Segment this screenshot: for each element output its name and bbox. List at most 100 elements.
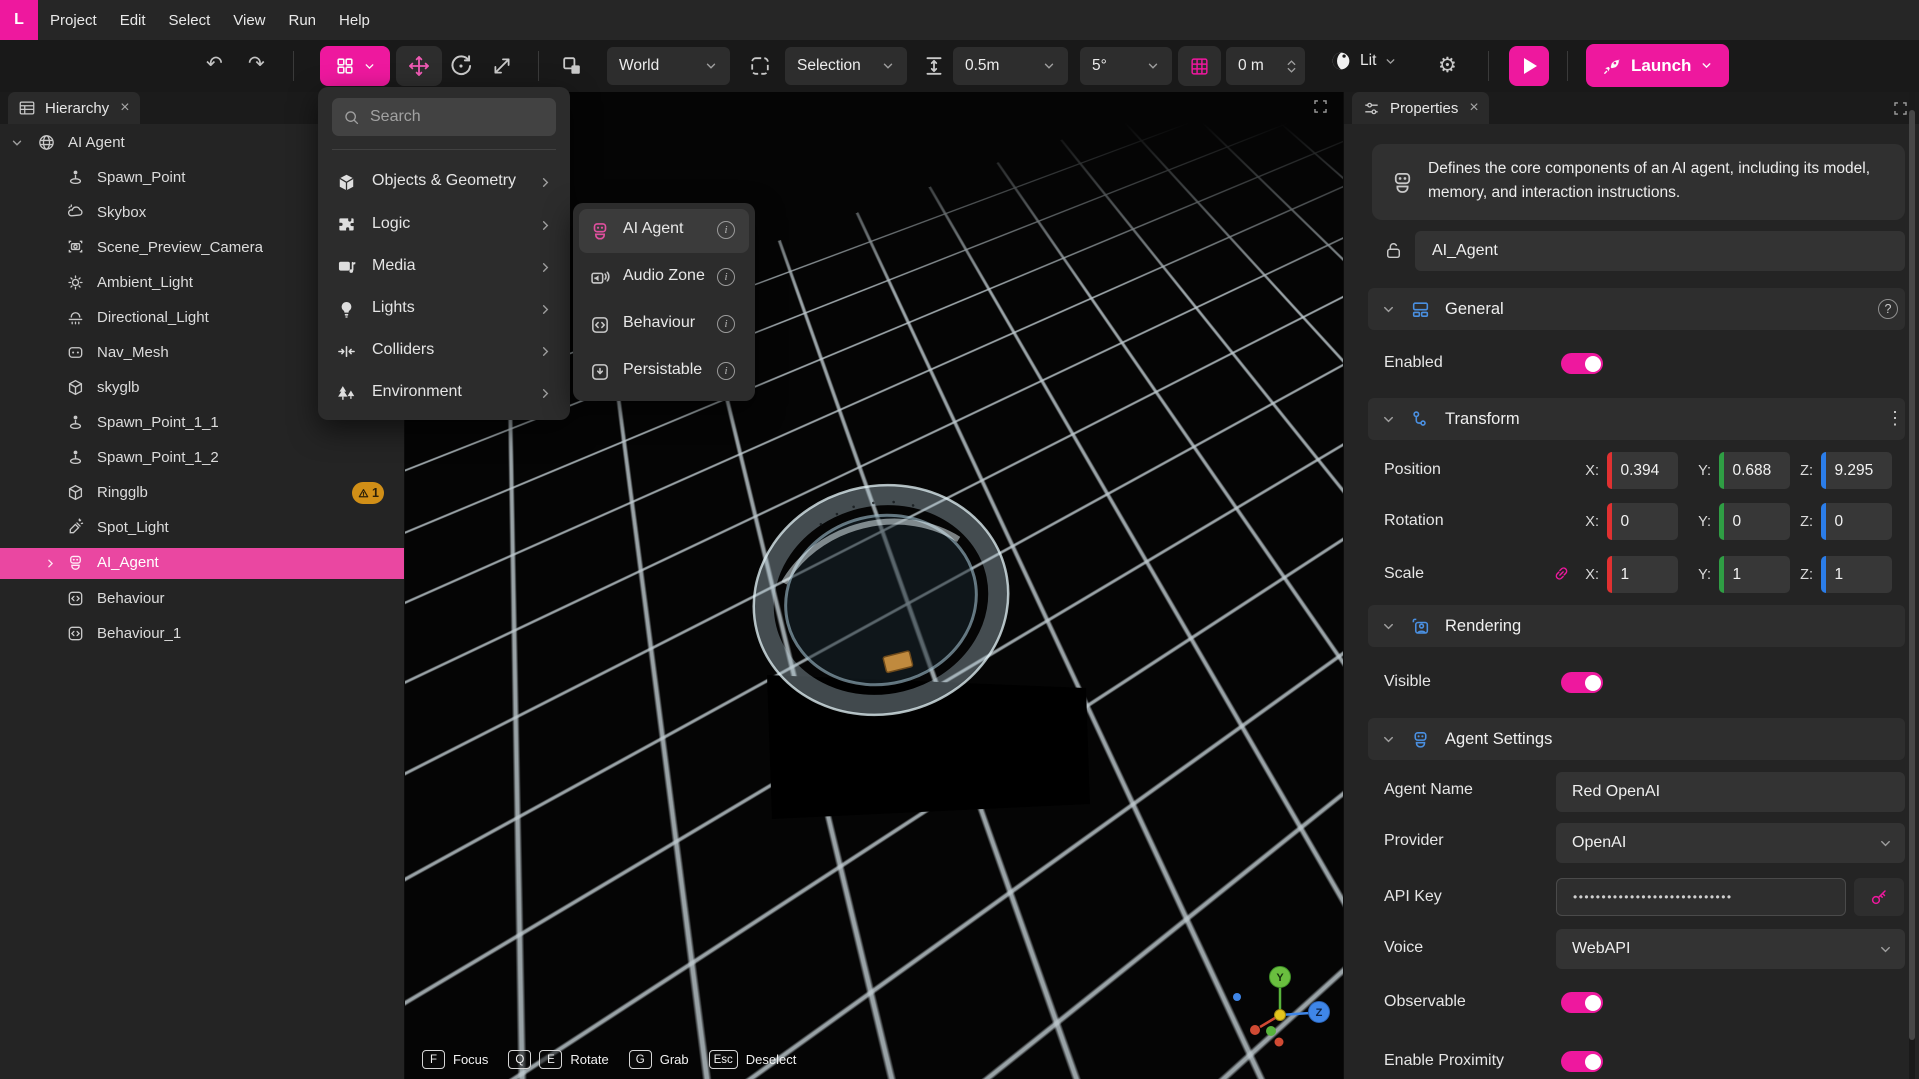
voice-dropdown[interactable]: WebAPI: [1556, 929, 1905, 969]
submenu-item-persistable[interactable]: Persistable i: [579, 350, 749, 394]
ring-object[interactable]: [721, 450, 1041, 750]
close-icon[interactable]: ×: [120, 99, 129, 117]
rotation-y-value: 0: [1724, 513, 1742, 531]
redo-button[interactable]: ↷: [248, 54, 265, 74]
api-key-field[interactable]: ••••••••••••••••••••••••••••: [1556, 878, 1846, 916]
menu-item-media[interactable]: Media: [318, 247, 570, 289]
observable-toggle[interactable]: [1561, 992, 1603, 1013]
api-key-reveal-button[interactable]: [1854, 878, 1904, 916]
tree-row-behaviour-1[interactable]: Behaviour_1: [0, 619, 404, 649]
chevron-down-icon: [1146, 59, 1160, 73]
viewport-expand-icon[interactable]: [1312, 98, 1329, 115]
menu-select[interactable]: Select: [169, 12, 211, 29]
rotate-tool-button[interactable]: [448, 53, 474, 79]
axis-x-label: X:: [1577, 514, 1599, 530]
menu-help[interactable]: Help: [339, 12, 370, 29]
height-stepper[interactable]: 0 m: [1226, 47, 1305, 85]
provider-dropdown[interactable]: OpenAI: [1556, 823, 1905, 863]
tree-label: Skybox: [97, 204, 146, 221]
help-icon[interactable]: ?: [1878, 299, 1898, 319]
gizmo-neg-z-handle[interactable]: [1233, 993, 1241, 1001]
info-icon[interactable]: i: [717, 362, 735, 380]
tree-row-behaviour[interactable]: Behaviour: [0, 584, 404, 614]
vertical-snap-button[interactable]: [922, 54, 946, 78]
info-icon[interactable]: i: [717, 268, 735, 286]
submenu-item-audio-zone[interactable]: Audio Zone i: [579, 256, 749, 300]
panel-expand-icon[interactable]: [1892, 100, 1909, 117]
app-logo[interactable]: L: [0, 0, 38, 40]
chevron-right-icon: [538, 344, 553, 359]
scale-tool-button[interactable]: [490, 54, 514, 78]
scale-y-field[interactable]: Y: 1: [1689, 556, 1790, 593]
agent-name-field[interactable]: Red OpenAI: [1556, 772, 1905, 812]
world-space-dropdown[interactable]: World: [607, 47, 730, 85]
section-agent-settings[interactable]: Agent Settings: [1368, 718, 1905, 760]
submenu-item-behaviour[interactable]: Behaviour i: [579, 303, 749, 347]
overflow-menu-icon[interactable]: ⋮: [1886, 409, 1904, 427]
tree-row-spawn-point-1-2[interactable]: Spawn_Point_1_2: [0, 443, 404, 473]
submenu-item-ai-agent[interactable]: AI Agent i: [579, 209, 749, 253]
menu-run[interactable]: Run: [289, 12, 317, 29]
chevron-right-icon[interactable]: [44, 557, 57, 570]
grid-snap-toggle-button[interactable]: [1178, 46, 1221, 86]
launch-button[interactable]: Launch: [1586, 44, 1729, 87]
shading-mode-dropdown[interactable]: Lit: [1330, 50, 1397, 72]
visible-toggle[interactable]: [1561, 672, 1603, 693]
shading-mode-value: Lit: [1360, 52, 1376, 70]
undo-button[interactable]: ↶: [206, 54, 223, 74]
scale-x-field[interactable]: X: 1: [1577, 556, 1678, 593]
rotation-x-field[interactable]: X: 0: [1577, 503, 1678, 540]
search-input[interactable]: Search: [332, 98, 556, 136]
transform-gizmo[interactable]: Y Z: [1215, 955, 1343, 1065]
add-object-button[interactable]: [320, 46, 390, 86]
tab-properties[interactable]: Properties ×: [1352, 92, 1489, 124]
section-general[interactable]: General: [1368, 288, 1905, 330]
chevron-down-icon[interactable]: [10, 136, 24, 150]
scale-link-icon[interactable]: [1552, 564, 1571, 583]
object-name-field[interactable]: AI_Agent: [1415, 231, 1905, 271]
tree-row-spot-light[interactable]: Spot_Light: [0, 513, 404, 543]
menu-edit[interactable]: Edit: [120, 12, 146, 29]
rotation-y-field[interactable]: Y: 0: [1689, 503, 1790, 540]
move-tool-button[interactable]: [396, 46, 442, 86]
lock-open-icon[interactable]: [1383, 240, 1404, 261]
snap-angle-dropdown[interactable]: 5°: [1080, 47, 1172, 85]
selection-frame-button[interactable]: [748, 54, 772, 78]
section-rendering[interactable]: Rendering: [1368, 605, 1905, 647]
gizmo-neg-x-handle[interactable]: [1275, 1038, 1284, 1047]
general-icon: [1410, 299, 1431, 320]
enabled-toggle[interactable]: [1561, 353, 1603, 374]
scale-z-field[interactable]: Z: 1: [1791, 556, 1892, 593]
tree-row-ringglb[interactable]: Ringglb 1: [0, 478, 404, 508]
chevron-right-icon: [538, 218, 553, 233]
gizmo-x-handle[interactable]: [1250, 1025, 1260, 1035]
info-icon[interactable]: i: [717, 315, 735, 333]
position-y-field[interactable]: Y: 0.688: [1689, 452, 1790, 489]
transform-space-button[interactable]: [560, 54, 584, 78]
menu-item-lights[interactable]: Lights: [318, 289, 570, 331]
scrollbar-thumb[interactable]: [1909, 110, 1915, 1040]
close-icon[interactable]: ×: [1469, 99, 1478, 117]
play-button[interactable]: [1509, 46, 1549, 86]
info-icon[interactable]: i: [717, 221, 735, 239]
gizmo-neg-y-handle[interactable]: [1266, 1026, 1276, 1036]
snap-distance-dropdown[interactable]: 0.5m: [953, 47, 1068, 85]
menu-item-colliders[interactable]: Colliders: [318, 331, 570, 373]
gizmo-center-handle[interactable]: [1275, 1010, 1286, 1021]
menu-item-logic[interactable]: Logic: [318, 205, 570, 247]
rotation-z-field[interactable]: Z: 0: [1791, 503, 1892, 540]
selection-mode-dropdown[interactable]: Selection: [785, 47, 907, 85]
warning-badge[interactable]: 1: [352, 482, 384, 504]
tab-hierarchy[interactable]: Hierarchy ×: [8, 92, 140, 124]
menu-project[interactable]: Project: [50, 12, 97, 29]
tree-row-ai-agent-selected[interactable]: AI_Agent: [0, 548, 404, 579]
enable-proximity-toggle[interactable]: [1561, 1051, 1603, 1072]
position-x-field[interactable]: X: 0.394: [1577, 452, 1678, 489]
menu-view[interactable]: View: [233, 12, 265, 29]
stepper-arrows[interactable]: [1286, 59, 1297, 74]
section-transform[interactable]: Transform: [1368, 398, 1905, 440]
menu-item-objects-geometry[interactable]: Objects & Geometry: [318, 162, 570, 204]
position-z-field[interactable]: Z: 9.295: [1791, 452, 1892, 489]
menu-item-environment[interactable]: Environment: [318, 373, 570, 415]
settings-gear-button[interactable]: ⚙: [1438, 53, 1457, 78]
